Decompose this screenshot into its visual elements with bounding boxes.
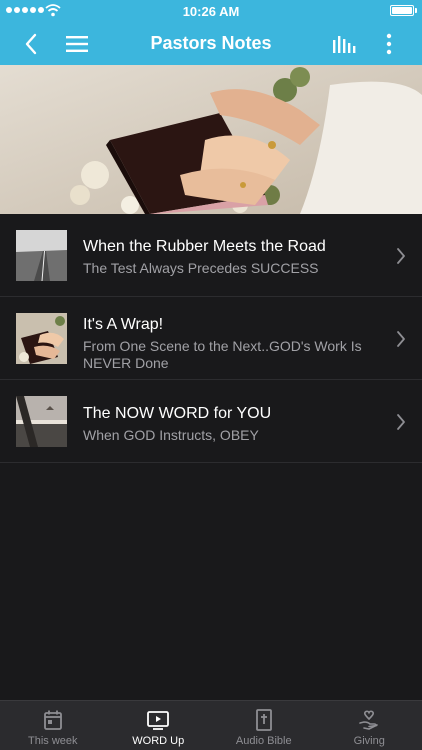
item-title: It's A Wrap! (83, 316, 164, 333)
status-time: 10:26 AM (182, 4, 240, 19)
navigation-bar: Pastors Notes (0, 22, 422, 65)
road-thumbnail (16, 230, 67, 281)
audio-button[interactable] (324, 22, 364, 65)
tab-audio-bible[interactable]: Audio Bible (211, 701, 317, 750)
hand-heart-icon (359, 710, 379, 730)
tab-label: This week (27, 735, 78, 747)
app-screen: 10:26 AM Pastors Notes When the Rubber M… (0, 0, 422, 750)
chevron-right-icon (397, 414, 405, 430)
calendar-icon (43, 710, 62, 730)
item-subtitle: When GOD Instructs, OBEY (83, 427, 259, 443)
equalizer-bars-icon (333, 35, 356, 53)
notes-list: When the Rubber Meets the Road The Test … (0, 214, 422, 463)
tab-giving[interactable]: Giving (317, 701, 422, 750)
tab-word-up[interactable]: WORD Up (106, 701, 212, 750)
chevron-right-icon (397, 331, 405, 347)
battery-icon (390, 5, 414, 16)
status-bar: 10:26 AM (0, 0, 422, 22)
item-title: When the Rubber Meets the Road (83, 238, 326, 255)
item-subtitle: From One Scene to the Next..GOD's Work I… (83, 338, 362, 371)
bible-icon (255, 709, 272, 731)
bible-hands-thumbnail (16, 313, 67, 364)
sunset-thumbnail (16, 396, 67, 447)
list-item[interactable]: The NOW WORD for YOU When GOD Instructs,… (0, 380, 422, 463)
tab-bar: This week WORD Up Audio Bible Giving (0, 700, 422, 750)
tab-label: Giving (353, 735, 385, 747)
video-play-icon (147, 711, 170, 730)
tab-label: WORD Up (132, 735, 185, 747)
bible-hands-photo (0, 65, 422, 214)
chevron-right-icon (397, 248, 405, 264)
item-subtitle: The Test Always Precedes SUCCESS (83, 260, 319, 276)
hero-banner-image (0, 65, 422, 214)
tab-label: Audio Bible (235, 735, 292, 747)
list-item[interactable]: It's A Wrap! From One Scene to the Next.… (0, 297, 422, 380)
tab-this-week[interactable]: This week (0, 701, 106, 750)
more-vertical-icon (386, 33, 392, 54)
list-item[interactable]: When the Rubber Meets the Road The Test … (0, 214, 422, 297)
more-options-button[interactable] (369, 22, 409, 65)
item-title: The NOW WORD for YOU (83, 405, 272, 422)
